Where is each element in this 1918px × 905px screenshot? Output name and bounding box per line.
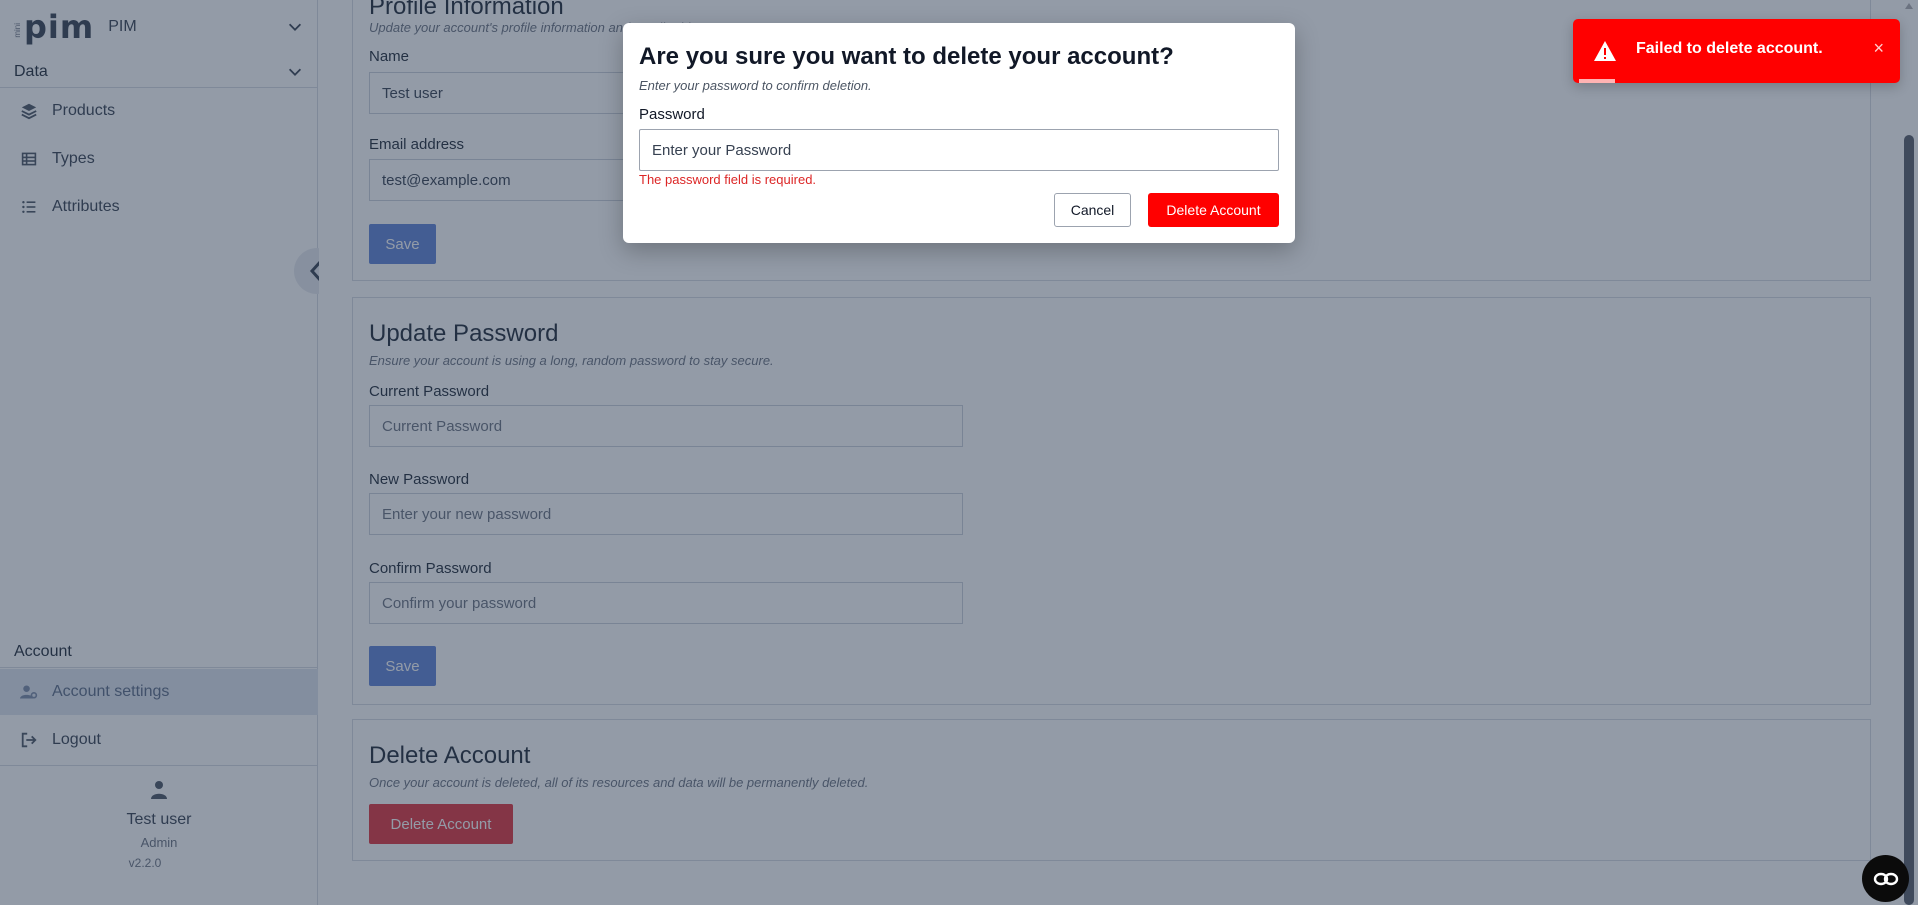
delete-account-modal: Are you sure you want to delete your acc… xyxy=(623,23,1295,243)
password-input[interactable]: Enter your Password xyxy=(639,129,1279,171)
password-label: Password xyxy=(639,106,705,123)
infinity-link-icon xyxy=(1873,872,1898,885)
scroll-up-arrow-icon[interactable] xyxy=(1905,3,1913,9)
warning-icon xyxy=(1594,41,1616,61)
cancel-button[interactable]: Cancel xyxy=(1054,193,1131,227)
modal-subtitle: Enter your password to confirm deletion. xyxy=(639,78,872,93)
close-icon[interactable]: × xyxy=(1873,38,1884,59)
toast-progress-bar xyxy=(1579,79,1615,83)
toast-message: Failed to delete account. xyxy=(1636,40,1823,57)
error-toast: Failed to delete account. × xyxy=(1573,19,1900,83)
scrollbar[interactable] xyxy=(1900,0,1918,905)
confirm-delete-button[interactable]: Delete Account xyxy=(1148,193,1279,227)
floating-assistant-button[interactable] xyxy=(1862,855,1909,902)
modal-title: Are you sure you want to delete your acc… xyxy=(639,43,1174,70)
scrollbar-thumb[interactable] xyxy=(1904,135,1914,905)
password-error-message: The password field is required. xyxy=(639,172,817,187)
